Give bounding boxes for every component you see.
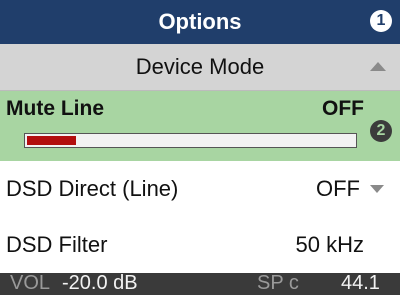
menu-item-mute-line[interactable]: Mute Line OFF 2 xyxy=(0,91,400,161)
mute-level-fill xyxy=(27,136,76,145)
dsd-direct-label: DSD Direct (Line) xyxy=(6,176,179,201)
speaker-label: SP c xyxy=(257,273,299,294)
mute-level-bar[interactable] xyxy=(24,133,357,148)
step-badge-2: 2 xyxy=(370,120,392,142)
dsd-filter-label: DSD Filter xyxy=(6,232,108,257)
down-arrow-icon[interactable] xyxy=(370,185,384,193)
options-screen: Options 1 Device Mode Mute Line OFF 2 DS… xyxy=(0,0,400,295)
dsd-filter-value[interactable]: 50 kHz xyxy=(296,232,364,258)
submenu-device-mode[interactable]: Device Mode xyxy=(0,44,400,91)
submenu-label: Device Mode xyxy=(135,54,265,79)
up-arrow-icon[interactable] xyxy=(370,62,386,71)
sample-rate: 44.1 xyxy=(341,273,380,294)
status-bar: VOL -20.0 dB SP c 44.1 xyxy=(0,273,400,295)
volume-label: VOL xyxy=(10,273,51,294)
screen-title: Options xyxy=(158,9,242,34)
volume-value: -20.0 dB xyxy=(62,273,138,294)
step-badge-1: 1 xyxy=(370,10,392,32)
title-bar: Options 1 xyxy=(0,0,400,44)
mute-line-value[interactable]: OFF xyxy=(322,97,364,121)
menu-item-dsd-direct[interactable]: DSD Direct (Line) OFF xyxy=(0,161,400,217)
mute-line-label: Mute Line xyxy=(6,97,104,120)
dsd-direct-value[interactable]: OFF xyxy=(316,176,360,202)
menu-item-dsd-filter[interactable]: DSD Filter 50 kHz xyxy=(0,217,400,273)
